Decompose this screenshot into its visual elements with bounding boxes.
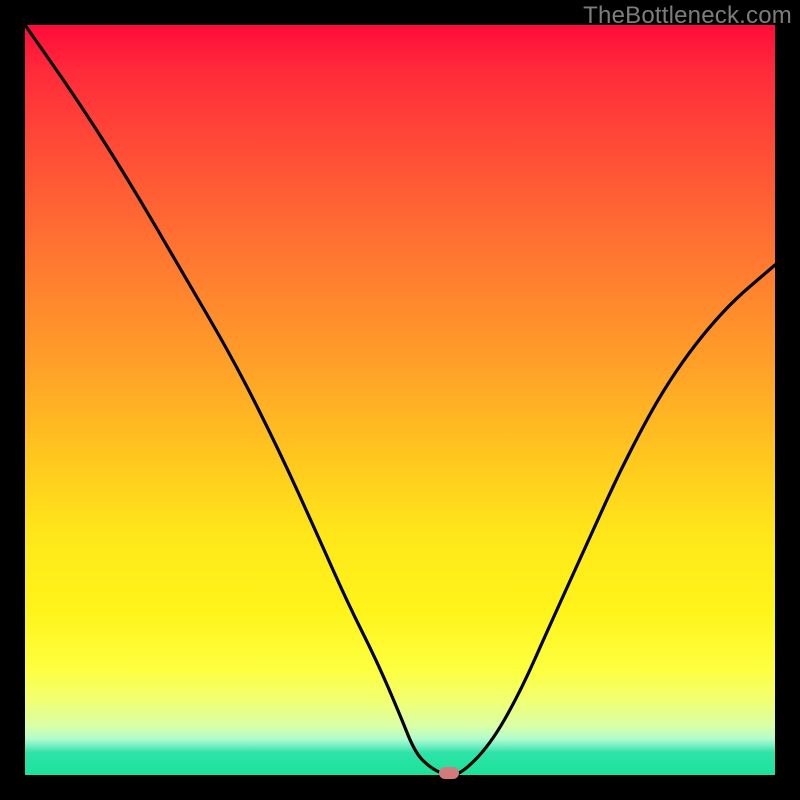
outer-frame: TheBottleneck.com: [0, 0, 800, 800]
bottleneck-curve: [25, 25, 775, 775]
optimal-marker: [439, 767, 459, 779]
plot-area: [25, 25, 775, 775]
